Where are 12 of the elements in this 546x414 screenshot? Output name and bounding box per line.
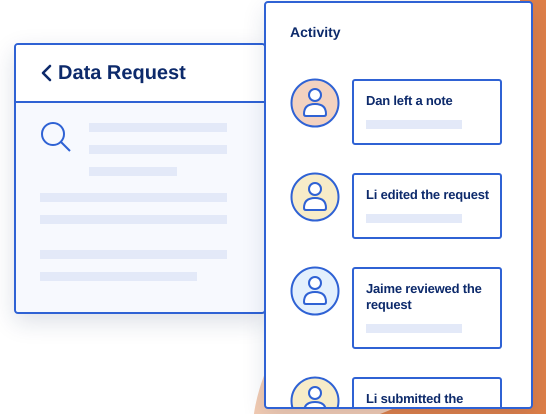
- back-chevron-icon[interactable]: [40, 64, 54, 82]
- panel-title: Activity: [290, 24, 342, 40]
- card-title: Data Request: [58, 62, 186, 84]
- activity-text: Jaime reviewed the request: [366, 281, 483, 313]
- search-icon: [40, 121, 72, 153]
- activity-text: Li edited the request: [366, 187, 490, 203]
- activity-card[interactable]: Li edited the request: [352, 173, 502, 239]
- activity-card[interactable]: Li submitted the: [352, 377, 502, 407]
- activity-text: Li submitted the: [366, 391, 464, 407]
- activity-text: Dan left a note: [366, 93, 454, 109]
- activity-card[interactable]: Dan left a note: [352, 79, 502, 145]
- activity-card[interactable]: Jaime reviewed the request: [352, 267, 502, 349]
